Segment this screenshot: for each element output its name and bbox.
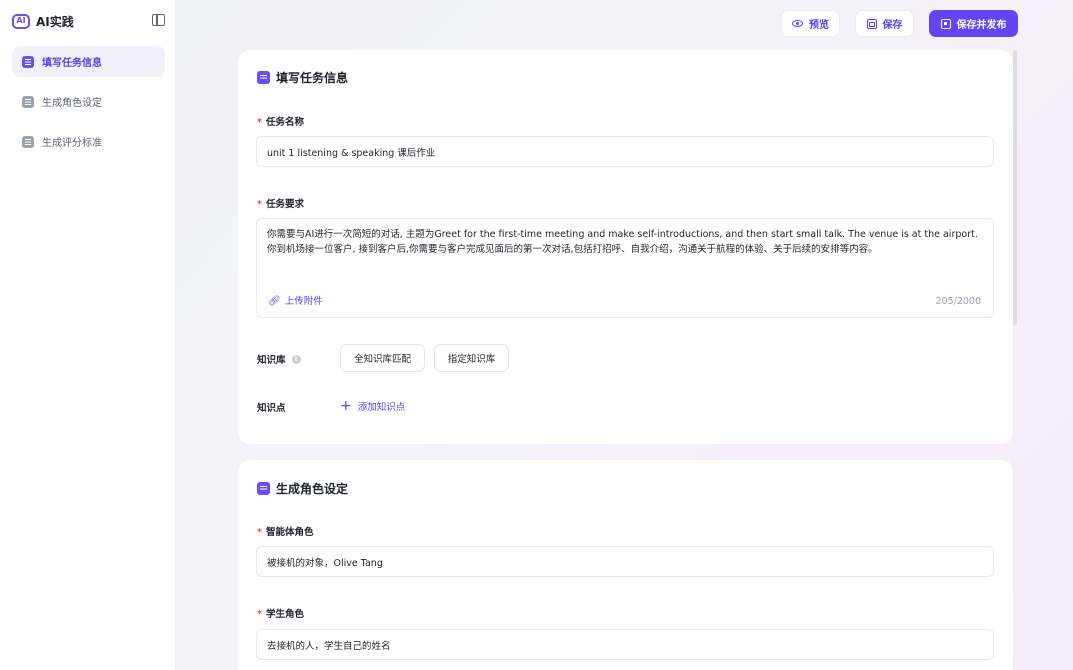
main-area: 预览 保存 保存并发布 填写任务信息 * 任务名称 unit 1 listenin… <box>176 0 1073 670</box>
sidebar-item-label: 生成评分标准 <box>42 138 102 149</box>
student-role-label-text: 学生角色 <box>265 609 304 620</box>
scrollbar[interactable] <box>1013 50 1017 325</box>
agent-role-label-text: 智能体角色 <box>265 527 314 538</box>
preview-button[interactable]: 预览 <box>781 10 840 37</box>
upload-label: 上传附件 <box>284 296 323 307</box>
requirement-line-1: 你需要与AI进行一次简短的对话, 主题为Greet for the first-… <box>267 229 978 240</box>
brand: AI AI实践 <box>12 12 74 30</box>
requirement-textarea[interactable]: 你需要与AI进行一次简短的对话, 主题为Greet for the first-… <box>256 218 994 318</box>
card-title: 填写任务信息 <box>257 69 348 86</box>
student-role-input[interactable]: 去接机的人，学生自己的姓名 <box>256 629 994 660</box>
required-mark: * <box>257 527 262 538</box>
kb-specific-button[interactable]: 指定知识库 <box>434 344 509 372</box>
eye-icon <box>792 20 803 27</box>
save-and-publish-button[interactable]: 保存并发布 <box>929 10 1018 37</box>
sidebar: AI AI实践 填写任务信息 生成角色设定 生成评分标准 <box>0 0 176 670</box>
required-mark: * <box>257 117 262 128</box>
required-mark: * <box>257 199 262 210</box>
brand-name: AI实践 <box>36 14 74 29</box>
knowledge-base-label: 知识库 i <box>257 352 301 366</box>
rating-icon <box>22 135 34 148</box>
save-button[interactable]: 保存 <box>855 10 914 37</box>
task-name-input[interactable]: unit 1 listening & speaking 课后作业 <box>256 136 994 167</box>
sidebar-item-label: 填写任务信息 <box>42 58 102 69</box>
card-title-text: 填写任务信息 <box>276 71 349 85</box>
requirement-line-2: 你到机场接一位客户, 接到客户后,你需要与客户完成见面后的第一次对话,包括打招呼… <box>267 244 878 255</box>
sidebar-item-label: 生成角色设定 <box>42 98 102 109</box>
document-icon <box>257 71 270 84</box>
publish-label: 保存并发布 <box>956 20 1007 31</box>
student-role-label: * 学生角色 <box>257 606 304 620</box>
paperclip-icon: 🔗︎ <box>268 296 281 307</box>
ai-logo-icon: AI <box>12 13 30 29</box>
agent-role-value: 被接机的对象，Olive Tang <box>267 557 383 569</box>
save-icon <box>866 18 877 29</box>
user-icon <box>257 482 270 495</box>
add-knowledge-point-label: 添加知识点 <box>357 402 406 413</box>
kb-all-match-button[interactable]: 全知识库匹配 <box>340 344 425 372</box>
kb-specific-label: 指定知识库 <box>447 354 496 365</box>
save-label: 保存 <box>882 20 903 31</box>
publish-icon <box>940 18 951 29</box>
role-setting-card: 生成角色设定 * 智能体角色 被接机的对象，Olive Tang * 学生角色 去接… <box>238 460 1013 670</box>
sidebar-item-task-info[interactable]: 填写任务信息 <box>12 46 165 77</box>
sidebar-collapse-icon[interactable] <box>152 14 165 26</box>
sidebar-item-role-setting[interactable]: 生成角色设定 <box>12 86 165 117</box>
student-role-value: 去接机的人，学生自己的姓名 <box>267 640 391 652</box>
upload-attachment-link[interactable]: 🔗︎ 上传附件 <box>268 294 323 309</box>
preview-label: 预览 <box>809 20 829 31</box>
add-knowledge-point-button[interactable]: + 添加知识点 <box>340 399 405 413</box>
info-icon[interactable]: i <box>291 354 301 364</box>
task-name-value: unit 1 listening & speaking 课后作业 <box>267 147 436 159</box>
plus-icon: + <box>340 398 352 414</box>
kb-all-label: 全知识库匹配 <box>353 354 411 365</box>
char-counter: 205/2000 <box>935 296 981 307</box>
card-title: 生成角色设定 <box>257 480 348 497</box>
task-info-card: 填写任务信息 * 任务名称 unit 1 listening & speaking… <box>238 50 1013 444</box>
requirement-label: * 任务要求 <box>257 196 304 210</box>
sidebar-item-scoring[interactable]: 生成评分标准 <box>12 126 165 157</box>
knowledge-base-label-text: 知识库 <box>257 355 286 366</box>
card-title-text: 生成角色设定 <box>276 482 349 496</box>
knowledge-point-label: 知识点 <box>257 400 286 414</box>
knowledge-point-label-text: 知识点 <box>257 403 286 414</box>
document-icon <box>22 55 34 68</box>
task-name-label-text: 任务名称 <box>265 117 304 128</box>
required-mark: * <box>257 609 262 620</box>
user-icon <box>22 95 34 108</box>
agent-role-input[interactable]: 被接机的对象，Olive Tang <box>256 546 994 577</box>
agent-role-label: * 智能体角色 <box>257 524 313 538</box>
requirement-label-text: 任务要求 <box>265 199 304 210</box>
task-name-label: * 任务名称 <box>257 114 304 128</box>
